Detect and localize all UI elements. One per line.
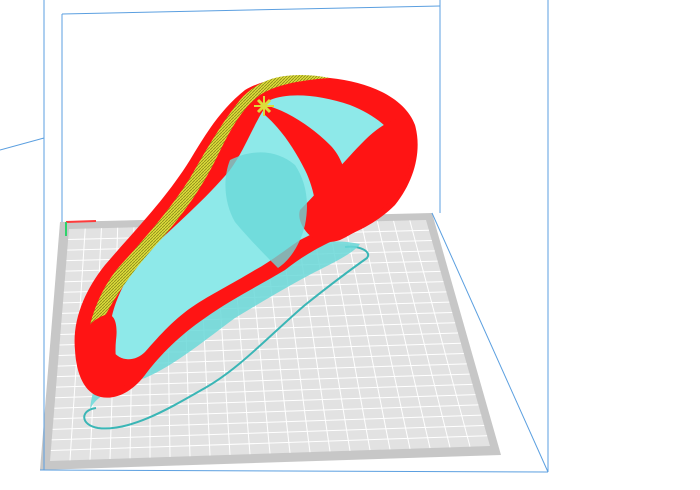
- volume-edge: [39, 469, 549, 473]
- x-axis-indicator: [65, 220, 97, 223]
- volume-edge: [61, 5, 441, 15]
- volume-edge: [0, 137, 45, 151]
- layer-preview-viewport[interactable]: [0, 0, 700, 490]
- 3d-print-preview[interactable]: [0, 0, 700, 490]
